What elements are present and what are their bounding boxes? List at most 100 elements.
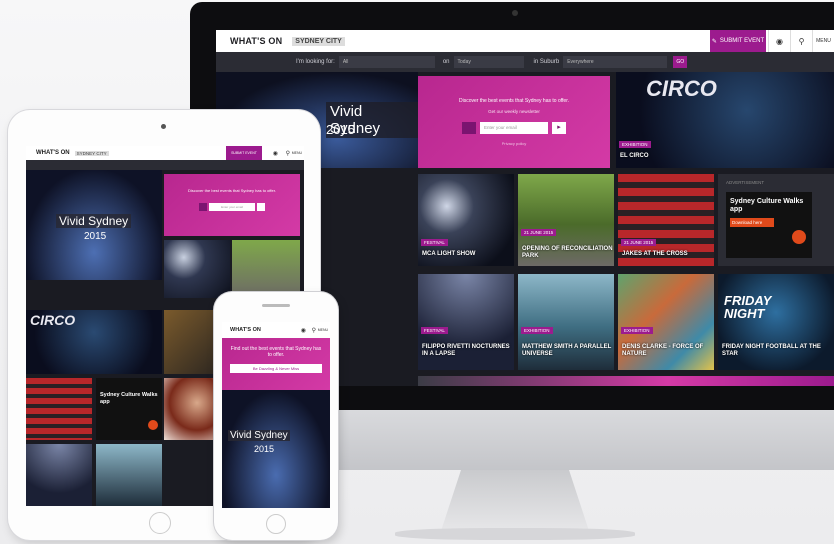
vivid-hero-tile[interactable]: Vivid Sydney 2015 [222, 390, 330, 508]
tablet-partner: SYDNEY CITY [74, 150, 109, 156]
tablet-newsletter-promo: Discover the best events that Sydney has… [164, 174, 300, 236]
event-caption: FILIPPO RIVETTI NOCTURNES IN A LAPSE [422, 344, 510, 357]
mail-icon [199, 203, 207, 211]
friday-line2: NIGHT [724, 306, 765, 321]
suburb-select[interactable]: Everywhere [563, 56, 668, 68]
promo-headline: Find out the best events that Sydney has… [230, 346, 322, 358]
menu-button[interactable]: MENU [318, 328, 328, 332]
event-caption: DENIS CLARKE - FORCE OF NATURE [622, 344, 704, 357]
search-icon[interactable]: ⚲ [286, 150, 290, 157]
promo-headline: Discover the best events that Sydney has… [459, 98, 569, 104]
vivid-hero-tile[interactable]: Vivid Sydney 2015 [26, 170, 162, 280]
go-button[interactable]: GO [673, 56, 688, 68]
event-tile[interactable]: EXHIBITION MATTHEW SMITH A PARALLEL UNIV… [518, 274, 614, 370]
tablet-submit-button[interactable]: SUBMIT EVENT [226, 146, 262, 160]
hero-title: Vivid Sydney [56, 214, 132, 228]
circo-graphic: CIRCO [646, 76, 717, 101]
event-tile[interactable]: CIRCO EXHIBITION EL CIRCO [616, 72, 834, 168]
event-tile[interactable]: EXHIBITION DENIS CLARKE - FORCE OF NATUR… [618, 274, 714, 370]
event-tag: EXHIBITION [521, 327, 553, 334]
account-icon[interactable]: ◉ [301, 327, 306, 334]
download-button[interactable]: Download here [730, 218, 774, 227]
iphone-frame: WHAT'S ON ◉ ⚲ MENU Find out the best eve… [214, 292, 338, 540]
event-tag: FESTIVAL [421, 239, 448, 246]
event-tag: EXHIBITION [619, 141, 651, 148]
phone-cta-button[interactable]: Be Dazzling & Never Miss [230, 364, 322, 373]
advert-label: ADVERTISEMENT [726, 180, 765, 185]
imac-stand [440, 470, 590, 534]
camera-icon [161, 124, 166, 129]
menu-button[interactable]: MENU [292, 151, 302, 155]
app-logo-icon [148, 420, 158, 430]
on-label: on [442, 59, 450, 65]
event-tile[interactable] [164, 240, 230, 298]
camera-icon [512, 10, 518, 16]
event-caption: FRIDAY NIGHT FOOTBALL AT THE STAR [722, 344, 821, 357]
hero-title: Vivid Sydney [228, 430, 290, 441]
looking-for-label: I'm looking for: [296, 59, 335, 65]
devices-mockup: WHAT'S ON SYDNEY CITY ✎ SUBMIT EVENT ◉ ⚲… [0, 0, 834, 544]
menu-button[interactable]: MENU [812, 30, 834, 52]
tablet-search-bar[interactable] [26, 160, 304, 170]
event-tile[interactable]: CIRCO [26, 310, 162, 374]
event-tile[interactable] [96, 444, 162, 506]
promo-sub: Get our weekly newsletter [488, 109, 540, 114]
event-tag: FESTIVAL [421, 327, 448, 334]
event-caption: EL CIRCO [620, 153, 649, 159]
email-input[interactable]: Enter your email [480, 122, 548, 134]
event-tile[interactable]: FRIDAY NIGHT FRIDAY NIGHT FOOTBALL AT TH… [718, 274, 834, 370]
promo-headline: Discover the best events that Sydney has… [188, 188, 276, 193]
search-icon[interactable]: ⚲ [790, 30, 812, 52]
account-icon[interactable]: ◉ [768, 30, 790, 52]
suburb-label: in Suburb [533, 59, 560, 65]
category-select[interactable]: All [338, 56, 435, 68]
edit-icon: ✎ [711, 38, 717, 45]
submit-event-button[interactable]: ✎ SUBMIT EVENT [710, 30, 766, 52]
app-advert[interactable]: ADVERTISEMENT Sydney Culture Walks app D… [718, 174, 834, 266]
friday-night-graphic: FRIDAY NIGHT [724, 294, 771, 320]
event-tile[interactable] [26, 444, 92, 506]
tablet-logo[interactable]: WHAT'S ON [36, 150, 70, 156]
event-caption: OPENING OF RECONCILIATION PARK [522, 246, 613, 259]
hero-year: 2015 [254, 444, 275, 454]
event-tile[interactable] [26, 378, 92, 440]
date-select[interactable]: Today [453, 56, 524, 68]
site-logo[interactable]: WHAT'S ON [216, 36, 282, 46]
hero-year: 2015 [326, 122, 355, 137]
account-icon[interactable]: ◉ [273, 150, 278, 157]
site-header: WHAT'S ON SYDNEY CITY ✎ SUBMIT EVENT ◉ ⚲… [216, 30, 834, 52]
email-submit-button[interactable]: ▸ [552, 122, 566, 134]
phone-screen: WHAT'S ON ◉ ⚲ MENU Find out the best eve… [222, 322, 330, 508]
phone-logo[interactable]: WHAT'S ON [230, 327, 261, 333]
app-logo-icon [792, 230, 806, 244]
tablet-header: WHAT'S ON SYDNEY CITY SUBMIT EVENT ◉ ⚲ M… [26, 146, 304, 160]
imac-base [395, 528, 635, 540]
hero-year: 2015 [84, 231, 107, 242]
app-advert[interactable]: Sydney Culture Walks app [96, 378, 162, 440]
home-button[interactable] [266, 514, 286, 534]
event-caption: MATTHEW SMITH A PARALLEL UNIVERSE [522, 344, 612, 357]
app-title: Sydney Culture Walks app [730, 198, 804, 213]
privacy-link[interactable]: Privacy policy [418, 141, 610, 146]
home-button[interactable] [149, 512, 171, 534]
logo-text: WHAT'S ON [230, 36, 283, 46]
submit-event-label: SUBMIT EVENT [719, 38, 765, 44]
event-tile[interactable]: 21 JUNE 2015 JAKES AT THE CROSS [618, 174, 714, 266]
event-tile[interactable] [232, 240, 300, 298]
event-caption: MCA LIGHT SHOW [422, 251, 476, 257]
event-tile[interactable]: FESTIVAL MCA LIGHT SHOW [418, 174, 514, 266]
event-tag: 21 JUNE 2015 [521, 229, 557, 236]
more-tiles-strip [418, 376, 834, 386]
event-tag: EXHIBITION [621, 327, 653, 334]
email-submit-button[interactable] [257, 203, 265, 211]
event-tile[interactable]: 21 JUNE 2015 OPENING OF RECONCILIATION P… [518, 174, 614, 266]
mail-icon [462, 122, 476, 134]
event-tile[interactable]: FESTIVAL FILIPPO RIVETTI NOCTURNES IN A … [418, 274, 514, 370]
partner-logo: SYDNEY CITY [292, 36, 345, 46]
search-icon[interactable]: ⚲ [312, 327, 316, 334]
circo-graphic: CIRCO [30, 312, 76, 328]
event-caption: JAKES AT THE CROSS [622, 251, 688, 257]
email-input[interactable]: Enter your email [209, 203, 255, 211]
app-title: Sydney Culture Walks app [100, 392, 158, 405]
app-banner: Sydney Culture Walks app Download here [726, 192, 812, 258]
